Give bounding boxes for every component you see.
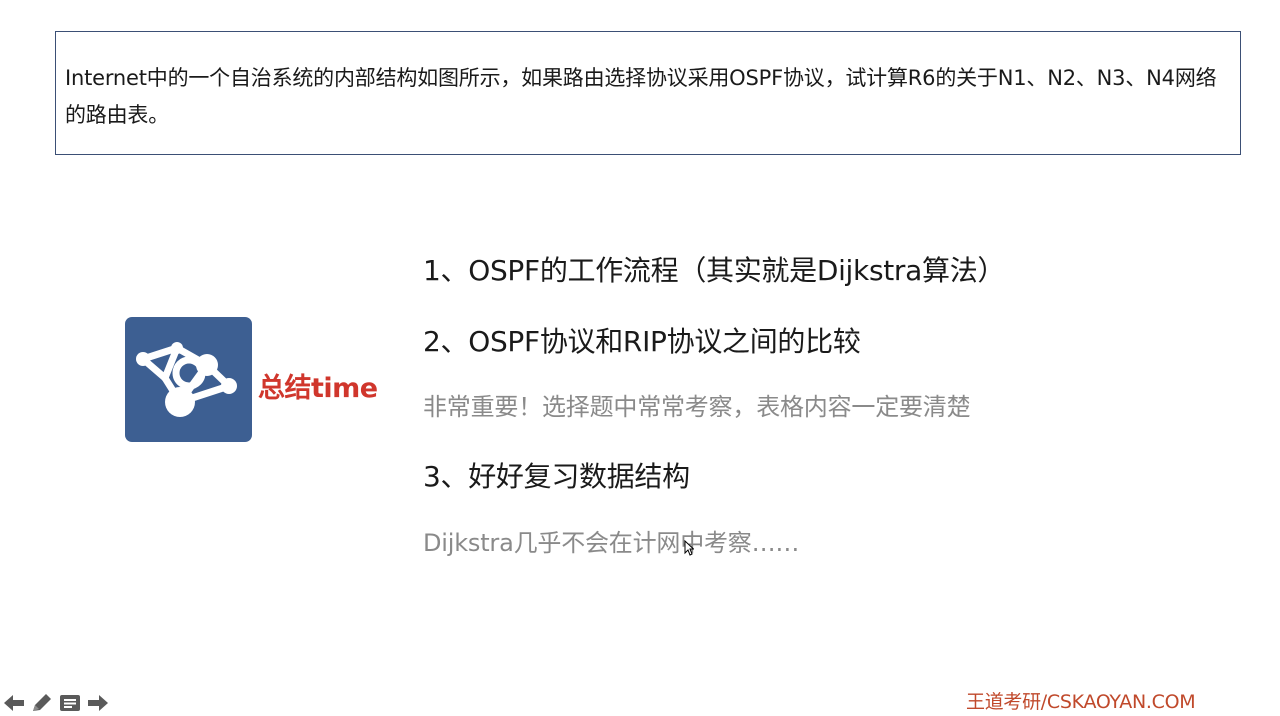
note-important: 非常重要！选择题中常常考察，表格内容一定要清楚 [423,393,971,421]
point-data-structures: 3、好好复习数据结构 [423,460,690,493]
summary-title: 总结time [258,373,378,404]
slide: Internet中的一个自治系统的内部结构如图所示，如果路由选择协议采用OSPF… [0,0,1280,716]
previous-slide-button[interactable] [2,692,26,714]
network-graph-icon [136,342,237,417]
note-dijkstra: Dijkstra几乎不会在计网中考察…… [423,529,800,557]
point-ospf-workflow: 1、OSPF的工作流程（其实就是Dijkstra算法） [423,254,1006,287]
mouse-cursor-icon [684,540,694,556]
summary-logo [125,317,252,442]
question-box: Internet中的一个自治系统的内部结构如图所示，如果路由选择协议采用OSPF… [55,31,1241,155]
point-ospf-rip-comparison: 2、OSPF协议和RIP协议之间的比较 [423,325,861,358]
watermark: 王道考研/CSKAOYAN.COM [966,691,1196,713]
slide-nav-bar [2,692,110,714]
pen-tool-button[interactable] [30,692,54,714]
arrow-left-icon [4,695,24,711]
slide-menu-button[interactable] [58,692,82,714]
pen-icon [33,694,51,711]
next-slide-button[interactable] [86,692,110,714]
menu-icon [60,695,80,711]
question-text: Internet中的一个自治系统的内部结构如图所示，如果路由选择协议采用OSPF… [65,66,1217,127]
arrow-right-icon [88,695,108,711]
